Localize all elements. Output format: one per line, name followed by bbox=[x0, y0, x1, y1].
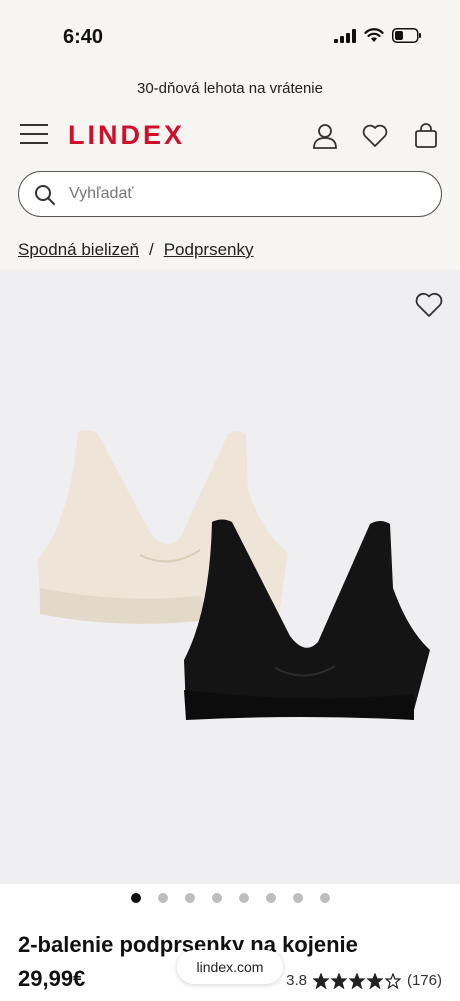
breadcrumb-item-underwear[interactable]: Spodná bielizeň bbox=[18, 240, 139, 260]
breadcrumb: Spodná bielizeň / Podprsenky bbox=[18, 240, 254, 260]
product-rating[interactable]: 3.8 (176) bbox=[286, 972, 442, 989]
battery-icon bbox=[392, 28, 421, 43]
account-icon[interactable] bbox=[311, 122, 339, 150]
breadcrumb-separator: / bbox=[148, 240, 154, 259]
star-filled-icon bbox=[330, 972, 347, 989]
gallery-dot[interactable] bbox=[157, 893, 168, 903]
gallery-dot[interactable] bbox=[265, 893, 276, 903]
gallery-dot[interactable] bbox=[292, 893, 303, 903]
gallery-dot[interactable] bbox=[319, 893, 330, 903]
gallery-dot[interactable] bbox=[211, 893, 222, 903]
gallery-dot[interactable] bbox=[238, 893, 249, 903]
site-header: LINDEX bbox=[0, 110, 460, 160]
search-bar-container bbox=[0, 160, 460, 230]
product-image-gallery[interactable] bbox=[0, 270, 460, 884]
search-icon bbox=[35, 185, 55, 205]
star-filled-icon bbox=[366, 972, 383, 989]
star-empty-icon bbox=[384, 972, 401, 989]
gallery-dot[interactable] bbox=[184, 893, 195, 903]
brand-logo[interactable]: LINDEX bbox=[68, 120, 185, 151]
promo-banner: 30-dňová lehota na vrátenie bbox=[0, 70, 460, 110]
add-to-wishlist-icon[interactable] bbox=[414, 290, 444, 320]
black-bra-image bbox=[184, 519, 430, 720]
product-image bbox=[38, 430, 430, 720]
star-filled-icon bbox=[348, 972, 365, 989]
search-input[interactable] bbox=[69, 180, 419, 208]
wifi-icon bbox=[364, 28, 384, 42]
menu-icon[interactable] bbox=[20, 124, 48, 146]
bag-icon[interactable] bbox=[412, 122, 440, 150]
star-filled-icon bbox=[312, 972, 329, 989]
rating-stars bbox=[312, 972, 401, 989]
breadcrumb-item-bras[interactable]: Podprsenky bbox=[164, 240, 254, 260]
status-icons bbox=[334, 28, 422, 43]
signal-icon bbox=[334, 28, 356, 43]
gallery-dot[interactable] bbox=[130, 893, 141, 903]
review-count: (176) bbox=[406, 972, 442, 989]
search-bar[interactable] bbox=[18, 171, 442, 217]
product-price: 29,99€ bbox=[18, 966, 86, 991]
breadcrumb-container: Spodná bielizeň / Podprsenky bbox=[0, 230, 460, 270]
wishlist-icon[interactable] bbox=[361, 122, 389, 150]
rating-value: 3.8 bbox=[286, 972, 307, 989]
browser-url-bar[interactable]: lindex.com bbox=[177, 950, 283, 984]
status-time: 6:40 bbox=[63, 26, 104, 48]
status-bar: 6:40 bbox=[0, 0, 460, 70]
gallery-pagination bbox=[0, 893, 460, 903]
